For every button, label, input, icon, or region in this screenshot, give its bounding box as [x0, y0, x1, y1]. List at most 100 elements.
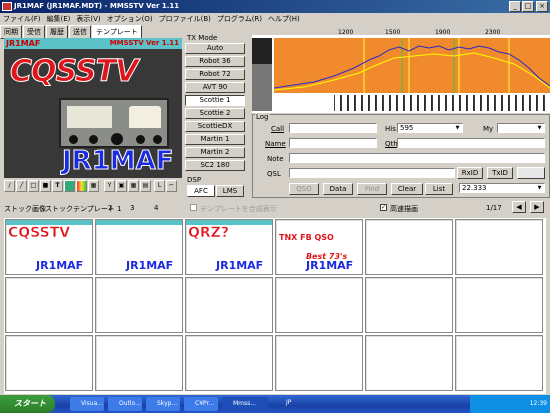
template-cell[interactable]: [365, 219, 453, 275]
template-callsign: JR1MAF: [216, 259, 264, 272]
txmode-auto[interactable]: Auto: [185, 43, 245, 54]
afc-button[interactable]: AFC: [187, 185, 215, 197]
data-button[interactable]: Data: [323, 183, 353, 195]
find-button[interactable]: Find: [357, 183, 387, 195]
txid-button[interactable]: TxID: [487, 167, 513, 179]
name-label: Name: [265, 140, 286, 148]
tab-stock-template-3[interactable]: 3: [130, 204, 134, 212]
tab-receive[interactable]: 受信: [23, 25, 45, 39]
maximize-button[interactable]: □: [522, 1, 534, 12]
txmode-scottiedx[interactable]: ScottieDX: [185, 121, 245, 132]
menu-profile[interactable]: プロファイル(B): [156, 13, 214, 25]
taskbar-item[interactable]: Mmss...: [222, 397, 268, 411]
fast-draw-label: 高速描画: [390, 205, 418, 213]
tab-stock-template-2[interactable]: 2: [108, 204, 112, 212]
text-tool-icon[interactable]: T: [52, 180, 63, 192]
template-cell[interactable]: [5, 277, 93, 333]
taskbar-item[interactable]: Skyp...: [146, 397, 180, 411]
clear-button[interactable]: Clear: [391, 183, 423, 195]
ime-indicator[interactable]: JP: [286, 399, 291, 406]
dropper-tool-icon[interactable]: Y: [104, 180, 115, 192]
template-cell[interactable]: [275, 335, 363, 391]
composite-checkbox[interactable]: [190, 204, 197, 211]
image-tool-icon[interactable]: [64, 180, 75, 192]
txmode-martin1[interactable]: Martin 1: [185, 134, 245, 145]
waterfall-display: [274, 95, 550, 111]
start-button[interactable]: スタート: [0, 395, 55, 413]
color-bar-icon[interactable]: [76, 180, 87, 192]
template-cell[interactable]: [185, 277, 273, 333]
note-input[interactable]: [289, 153, 545, 163]
copy-tool-icon[interactable]: ▤: [140, 180, 151, 192]
menu-file[interactable]: ファイル(F): [0, 13, 44, 25]
tab-template[interactable]: テンプレート: [92, 25, 142, 39]
txmode-sc2180[interactable]: SC2 180: [185, 160, 245, 171]
grid-tool-icon[interactable]: ▦: [88, 180, 99, 192]
template-cell[interactable]: CQSSTV JR1MAF: [5, 219, 93, 275]
next-page-button[interactable]: ▶: [530, 201, 544, 213]
template-cell[interactable]: [455, 335, 543, 391]
fast-draw-checkbox[interactable]: ✓: [380, 204, 387, 211]
template-cell[interactable]: [95, 335, 183, 391]
left-align-icon[interactable]: L: [154, 180, 165, 192]
rxid-button[interactable]: RxID: [457, 167, 483, 179]
his-label: His: [385, 125, 396, 133]
paste-tool-icon[interactable]: ▣: [116, 180, 127, 192]
template-cell[interactable]: QRZ? JR1MAF: [185, 219, 273, 275]
list-button[interactable]: List: [425, 183, 453, 195]
qso-button[interactable]: QSO: [289, 183, 319, 195]
txmode-martin2[interactable]: Martin 2: [185, 147, 245, 158]
taskbar-item[interactable]: C¥Pr...: [184, 397, 218, 411]
txmode-scottie1[interactable]: Scottie 1: [185, 95, 245, 106]
template-cell[interactable]: [5, 335, 93, 391]
template-cell[interactable]: [185, 335, 273, 391]
taskbar-item[interactable]: Outlo...: [108, 397, 142, 411]
rec-indicator-button[interactable]: [517, 167, 545, 179]
lms-button[interactable]: LMS: [216, 185, 244, 197]
rect-tool-icon[interactable]: □: [28, 180, 39, 192]
template-cell[interactable]: [95, 277, 183, 333]
template-cell[interactable]: [365, 335, 453, 391]
menu-options[interactable]: オプション(O): [104, 13, 156, 25]
qth-input[interactable]: [397, 138, 545, 148]
qsl-input[interactable]: [289, 168, 455, 178]
prev-page-button[interactable]: ◀: [512, 201, 526, 213]
tab-history[interactable]: 履歴: [46, 25, 68, 39]
clock[interactable]: 12:39: [530, 400, 547, 407]
radio-knob: [89, 135, 98, 144]
menu-help[interactable]: ヘルプ(H): [265, 13, 303, 25]
template-cell[interactable]: TNX FB QSO Best 73's JR1MAF: [275, 219, 363, 275]
tab-stock-template-4[interactable]: 4: [154, 204, 158, 212]
pen-tool-icon[interactable]: /: [4, 180, 15, 192]
txmode-robot72[interactable]: Robot 72: [185, 69, 245, 80]
fill-rect-tool-icon[interactable]: ■: [40, 180, 51, 192]
call-input[interactable]: [289, 123, 377, 133]
minimize-button[interactable]: _: [509, 1, 521, 12]
my-select[interactable]: ▼: [497, 123, 545, 133]
template-cell[interactable]: [455, 219, 543, 275]
template-cell[interactable]: [275, 277, 363, 333]
spectrum-panel[interactable]: 1200 1500 1900 2300: [252, 29, 550, 113]
tab-stock-images[interactable]: ストック画像: [4, 204, 46, 214]
tab-transmit[interactable]: 送信: [69, 25, 91, 39]
frequency-select[interactable]: 22.333 ▼: [459, 183, 545, 193]
transmit-image[interactable]: JR1MAF MMSSTV Ver 1.11 CQSSTV JR1MAF: [4, 38, 182, 178]
txmode-robot36[interactable]: Robot 36: [185, 56, 245, 67]
taskbar-item[interactable]: Visua...: [70, 397, 104, 411]
menu-view[interactable]: 表示(V): [73, 13, 103, 25]
line-tool-icon[interactable]: ╱: [16, 180, 27, 192]
template-cell[interactable]: [455, 277, 543, 333]
menu-program[interactable]: プログラム(R): [214, 13, 265, 25]
menu-edit[interactable]: 編集(E): [44, 13, 74, 25]
name-input[interactable]: [289, 138, 377, 148]
template-cell[interactable]: [365, 277, 453, 333]
note-label: Note: [267, 155, 284, 163]
close-button[interactable]: ×: [536, 1, 548, 12]
txmode-avt90[interactable]: AVT 90: [185, 82, 245, 93]
tab-sync[interactable]: 同期: [0, 25, 22, 39]
template-cell[interactable]: JR1MAF: [95, 219, 183, 275]
table-tool-icon[interactable]: ▦: [128, 180, 139, 192]
txmode-scottie2[interactable]: Scottie 2: [185, 108, 245, 119]
tilde-tool-icon[interactable]: ⌐: [166, 180, 177, 192]
his-select[interactable]: 595 ▼: [397, 123, 463, 133]
